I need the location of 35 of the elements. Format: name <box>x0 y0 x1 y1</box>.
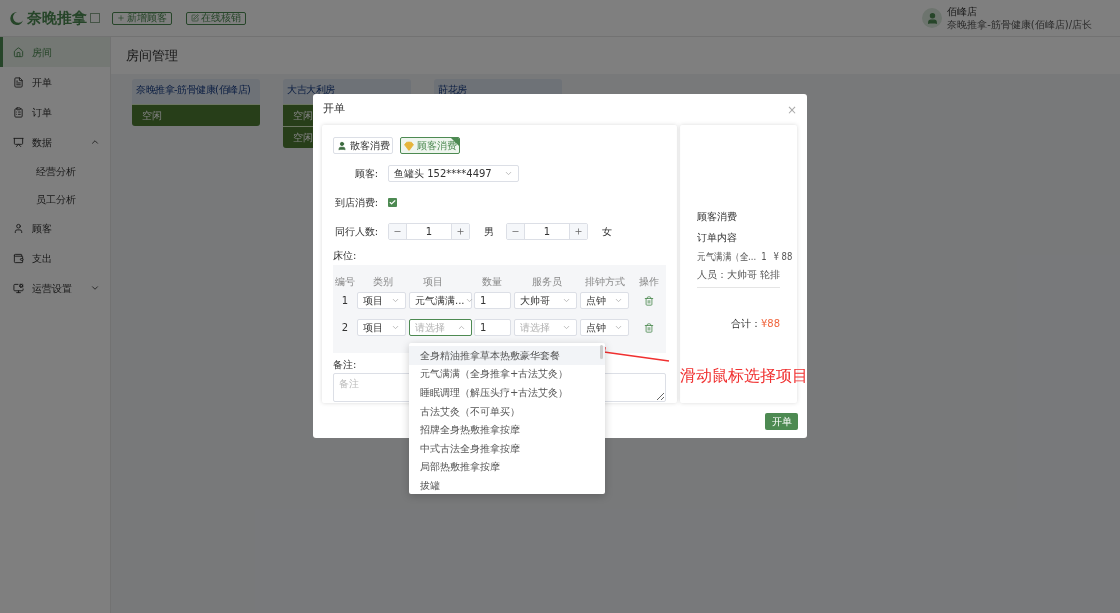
column-header: 项目 <box>422 275 444 289</box>
total-label: 合计： <box>730 317 761 331</box>
summary-heading: 订单内容 <box>697 231 738 245</box>
summary-type: 顾客消费 <box>697 210 738 224</box>
summary-quantity: 1 <box>761 250 767 264</box>
room-name: 大吉大利房 <box>287 83 335 97</box>
user-role: 奈晚推拿-筋骨健康(佰峰店)/店长 <box>947 18 1092 31</box>
gender-label: 男 <box>484 225 494 239</box>
room-name: 奈晚推拿-筋骨健康(佰峰店) <box>136 83 251 97</box>
column-header: 排钟方式 <box>584 275 626 289</box>
summary-item-name: 元气满满（全... <box>697 250 757 264</box>
beds-label: 床位: <box>333 249 358 263</box>
remark-label: 备注: <box>333 358 358 372</box>
field-label: 顾客: <box>353 167 378 181</box>
room-name: 莳花房 <box>438 83 467 97</box>
column-header: 操作 <box>637 275 660 289</box>
page-title: 房间管理 <box>126 46 178 65</box>
column-header: 编号 <box>334 275 356 289</box>
column-header: 数量 <box>481 275 503 289</box>
staff-mode: 轮排 <box>760 268 780 282</box>
modal-title: 开单 <box>323 101 345 118</box>
logo-text: 奈晚推拿 <box>27 7 87 29</box>
summary-price: ¥ 88 <box>773 250 793 264</box>
column-header: 类别 <box>372 275 394 289</box>
field-label: 到店消费: <box>333 196 378 210</box>
field-label: 同行人数: <box>333 225 378 239</box>
row-number: 2 <box>340 321 350 335</box>
user-name: 佰峰店 <box>947 5 979 18</box>
column-header: 服务员 <box>531 275 563 289</box>
staff-name: 大帅哥 <box>727 268 757 282</box>
row-number: 1 <box>340 294 350 308</box>
annotation-text: 滑动鼠标选择项目 <box>680 365 808 387</box>
gender-label: 女 <box>602 225 612 239</box>
total-amount: ¥88 <box>760 317 780 331</box>
staff-label: 人员： <box>697 268 727 282</box>
